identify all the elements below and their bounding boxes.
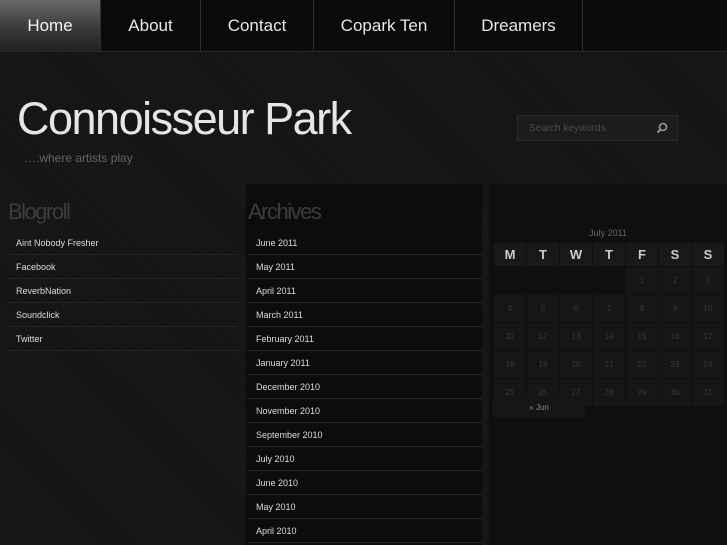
archive-link[interactable]: September 2010 [248,423,482,447]
calendar-day: 6 [560,295,592,322]
blogroll-link[interactable]: Facebook [8,255,238,279]
archive-link[interactable]: April 2011 [248,279,482,303]
calendar-day: 9 [659,295,691,322]
calendar-day: 30 [659,379,691,406]
archive-link[interactable]: June 2011 [248,231,482,255]
calendar-day: 4 [494,295,526,322]
archive-link[interactable]: March 2011 [248,303,482,327]
calendar-empty-cell [527,267,559,294]
weekday-header: F [626,243,658,266]
nav-copark-ten[interactable]: Copark Ten [314,0,455,51]
archive-link[interactable]: May 2011 [248,255,482,279]
calendar-empty-cell [593,267,625,294]
weekday-header: W [560,243,592,266]
weekday-header: S [659,243,691,266]
calendar-day: 11 [494,323,526,350]
archive-link[interactable]: January 2011 [248,351,482,375]
search-box [517,115,678,141]
blogroll-link[interactable]: Aint Nobody Fresher [8,231,238,255]
search-input[interactable] [518,116,664,140]
archive-link[interactable]: May 2010 [248,495,482,519]
calendar-day: 14 [593,323,625,350]
calendar-day: 19 [527,351,559,378]
blogroll-widget: Blogroll Aint Nobody Fresher Facebook Re… [6,184,238,351]
calendar-table: M T W T F S S 1 2 3 4 5 6 7 8 9 10 11 12… [493,242,725,407]
calendar-day: 2 [659,267,691,294]
archive-link[interactable]: June 2010 [248,471,482,495]
calendar-day: 3 [692,267,724,294]
weekday-header: S [692,243,724,266]
calendar-day: 18 [494,351,526,378]
site-title[interactable]: Connoisseur Park [17,93,352,145]
calendar-day: 5 [527,295,559,322]
calendar-day: 1 [626,267,658,294]
calendar-day: 13 [560,323,592,350]
calendar-empty-cell [560,267,592,294]
archives-widget: Archives June 2011 May 2011 April 2011 M… [246,184,482,545]
calendar-day: 22 [626,351,658,378]
calendar-caption: July 2011 [589,228,627,238]
calendar-empty-cell [494,267,526,294]
weekday-header: M [494,243,526,266]
site-tagline: ….where artists play [24,151,133,165]
calendar-day: 7 [593,295,625,322]
calendar-day: 21 [593,351,625,378]
nav-contact[interactable]: Contact [201,0,314,51]
archives-title: Archives [248,199,322,224]
calendar-day: 10 [692,295,724,322]
archive-link[interactable]: July 2010 [248,447,482,471]
calendar-day: 24 [692,351,724,378]
calendar-day: 28 [593,379,625,406]
top-nav: Home About Contact Copark Ten Dreamers [0,0,727,52]
calendar-day: 15 [626,323,658,350]
archive-link[interactable]: April 2010 [248,519,482,543]
calendar-day: 23 [659,351,691,378]
calendar-day: 20 [560,351,592,378]
weekday-header: T [527,243,559,266]
calendar-day: 12 [527,323,559,350]
archive-link[interactable]: November 2010 [248,399,482,423]
weekday-header: T [593,243,625,266]
archive-link[interactable]: December 2010 [248,375,482,399]
calendar-prev-month-link[interactable]: « Jun [493,396,585,418]
calendar-day: 16 [659,323,691,350]
calendar-day: 31 [692,379,724,406]
calendar-widget: July 2011 M T W T F S S 1 2 3 4 5 6 7 8 … [489,184,727,545]
calendar-day: 17 [692,323,724,350]
archive-link[interactable]: February 2011 [248,327,482,351]
nav-dreamers[interactable]: Dreamers [455,0,583,51]
blogroll-title: Blogroll [8,199,71,224]
blogroll-link[interactable]: ReverbNation [8,279,238,303]
search-icon[interactable] [655,121,669,135]
calendar-day: 29 [626,379,658,406]
nav-about[interactable]: About [101,0,201,51]
calendar-day: 8 [626,295,658,322]
nav-home[interactable]: Home [0,0,101,51]
blogroll-link[interactable]: Twitter [8,327,238,351]
blogroll-link[interactable]: Soundclick [8,303,238,327]
